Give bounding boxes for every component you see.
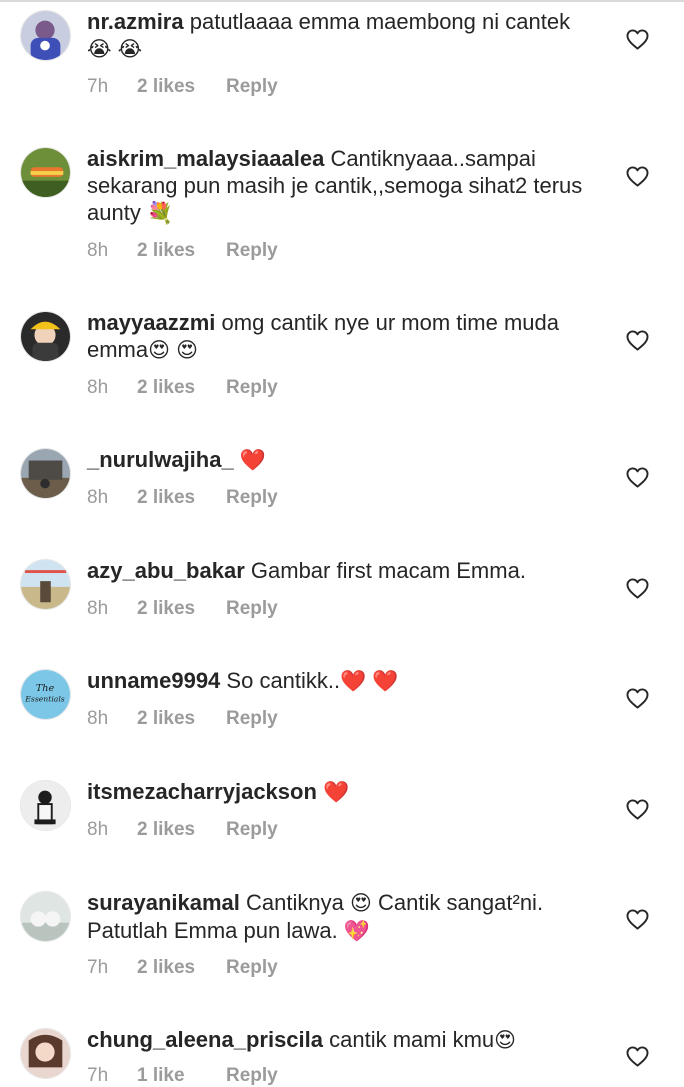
top-divider [0,0,684,2]
avatar[interactable] [20,10,71,61]
comment-text-block: azy_abu_bakar Gambar first macam Emma. [87,557,597,584]
reply-button[interactable]: Reply [226,708,278,730]
comment-time: 7h [87,957,109,978]
comment-username[interactable]: _nurulwajiha_ [87,447,234,472]
reply-button[interactable]: Reply [226,598,278,620]
avatar-logo-text-essentials: Essentials [24,695,65,704]
comment-text-block: chung_aleena_priscila cantik mami kmu😍 [87,1026,597,1054]
avatar[interactable] [20,448,71,499]
comment-meta: 8h 2 likes Reply [87,240,278,262]
reply-button[interactable]: Reply [226,377,278,399]
avatar[interactable] [20,1028,71,1079]
like-heart-icon[interactable] [626,799,649,820]
avatar[interactable]: The Essentials [20,669,71,720]
comment-text-block: itsmezacharryjackson ❤️ [87,778,597,806]
comment-time: 8h [87,487,109,508]
like-heart-icon[interactable] [626,166,649,187]
comment-meta: 8h 2 likes Reply [87,377,278,399]
comment-time: 8h [87,819,109,840]
comment-text-block: mayyaazzmi omg cantik nye ur mom time mu… [87,309,597,364]
comment-time: 7h [87,1065,109,1086]
avatar[interactable] [20,311,71,362]
comment-username[interactable]: nr.azmira [87,9,184,34]
avatar[interactable] [20,559,71,610]
comment-meta: 8h 2 likes Reply [87,819,278,841]
comment-body: ❤️ [239,448,266,472]
comment-body: ❤️ [323,780,350,804]
comment-likes[interactable]: 2 likes [137,377,226,399]
comment-likes[interactable]: 2 likes [137,487,226,509]
comment-meta: 8h 2 likes Reply [87,487,278,509]
comment-username[interactable]: aiskrim_malaysiaaalea [87,146,324,171]
reply-button[interactable]: Reply [226,957,278,979]
reply-button[interactable]: Reply [226,819,278,841]
comment-text-block: surayanikamal Cantiknya 😍 Cantik sangat²… [87,889,597,945]
comment-likes[interactable]: 1 like [137,1065,226,1087]
comment-username[interactable]: itsmezacharryjackson [87,779,317,804]
reply-button[interactable]: Reply [226,240,278,262]
comment-body: cantik mami kmu😍 [329,1027,517,1052]
comment-body: Gambar first macam Emma. [250,558,526,583]
comment-body: So cantikk..❤️ ❤️ [226,668,399,693]
comment-time: 8h [87,708,109,729]
comment-time: 7h [87,76,109,97]
comment-text-block: unname9994 So cantikk..❤️ ❤️ [87,667,597,695]
comment-likes[interactable]: 2 likes [137,957,226,979]
comment-likes[interactable]: 2 likes [137,708,226,730]
comment-username[interactable]: unname9994 [87,668,220,693]
comment-username[interactable]: azy_abu_bakar [87,558,245,583]
comment-username[interactable]: mayyaazzmi [87,310,215,335]
comment-likes[interactable]: 2 likes [137,598,226,620]
like-heart-icon[interactable] [626,330,649,351]
comment-likes[interactable]: 2 likes [137,76,226,98]
reply-button[interactable]: Reply [226,487,278,509]
reply-button[interactable]: Reply [226,76,278,98]
comment-username[interactable]: surayanikamal [87,890,240,915]
comment-meta: 7h 2 likes Reply [87,957,278,979]
like-heart-icon[interactable] [626,688,649,709]
comment-time: 8h [87,240,109,261]
avatar[interactable] [20,147,71,198]
comment-likes[interactable]: 2 likes [137,240,226,262]
like-heart-icon[interactable] [626,467,649,488]
comment-meta: 7h 1 like Reply [87,1065,278,1087]
comment-likes[interactable]: 2 likes [137,819,226,841]
like-heart-icon[interactable] [626,1046,649,1067]
comment-username[interactable]: chung_aleena_priscila [87,1027,323,1052]
avatar[interactable] [20,780,71,831]
like-heart-icon[interactable] [626,29,649,50]
comment-time: 8h [87,598,109,619]
comment-meta: 8h 2 likes Reply [87,708,278,730]
avatar[interactable] [20,891,71,942]
like-heart-icon[interactable] [626,578,649,599]
avatar-logo-text-the: The [36,683,55,694]
like-heart-icon[interactable] [626,909,649,930]
reply-button[interactable]: Reply [226,1065,278,1087]
comment-text-block: aiskrim_malaysiaaalea Cantiknyaaa..sampa… [87,145,597,227]
comment-text-block: nr.azmira patutlaaaa emma maembong ni ca… [87,8,597,63]
comment-meta: 8h 2 likes Reply [87,598,278,620]
comment-text-block: _nurulwajiha_ ❤️ [87,446,597,474]
comment-time: 8h [87,377,109,398]
comment-meta: 7h 2 likes Reply [87,76,278,98]
